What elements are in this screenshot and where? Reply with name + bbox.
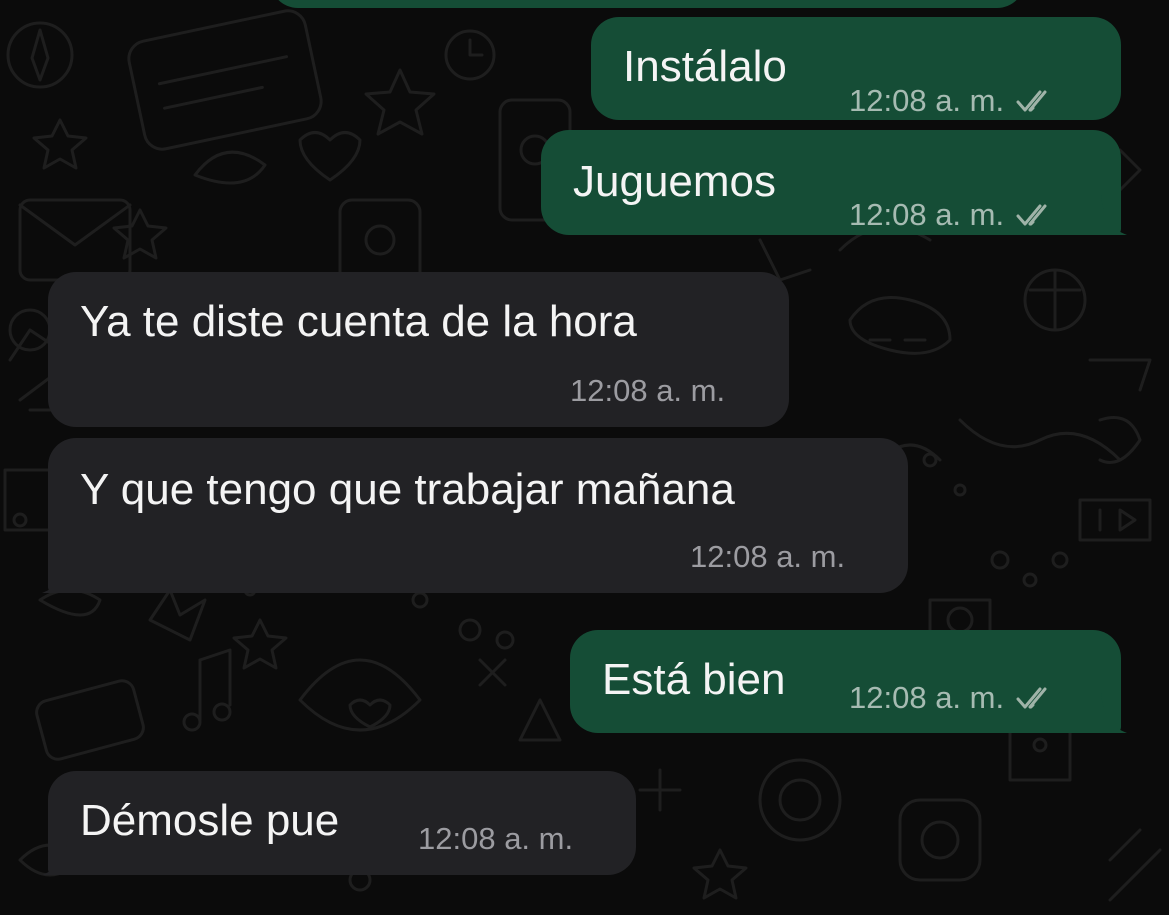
bubble-tail: [42, 553, 68, 593]
message-bubble-incoming[interactable]: Y que tengo que trabajar mañana 12:08 a.…: [42, 438, 908, 593]
message-time: 12:08 a. m.: [418, 821, 574, 856]
message-time: 12:08 a. m.: [849, 197, 1005, 232]
message-text: Está bien: [602, 655, 786, 704]
bubble-tail: [1101, 195, 1127, 235]
message-bubble-outgoing[interactable]: Está bien 12:08 a. m.: [570, 630, 1127, 733]
double-check-icon: [1016, 204, 1047, 226]
message-bubble-outgoing[interactable]: Instálalo 12:08 a. m.: [591, 17, 1121, 120]
message-meta: 12:08 a. m.: [849, 197, 1056, 233]
double-check-icon: [1016, 687, 1047, 709]
chat-thread[interactable]: Instálalo 12:08 a. m. Juguemos 12:08 a. …: [0, 0, 1169, 915]
message-time: 12:08 a. m.: [690, 539, 846, 574]
message-text: Ya te diste cuenta de la hora: [80, 297, 637, 346]
message-time: 12:08 a. m.: [570, 373, 726, 408]
message-time: 12:08 a. m.: [849, 680, 1005, 715]
message-meta: 12:08 a. m.: [849, 680, 1056, 716]
message-meta: 12:08 a. m.: [690, 539, 845, 575]
message-text: Démosle pue: [80, 796, 340, 845]
message-bubble-previous[interactable]: [270, 0, 1025, 8]
message-bubble-outgoing[interactable]: Juguemos 12:08 a. m.: [541, 130, 1127, 235]
double-check-icon: [1016, 90, 1047, 112]
message-bubble-incoming[interactable]: Démosle pue 12:08 a. m.: [42, 771, 636, 875]
message-meta: 12:08 a. m.: [849, 83, 1056, 119]
message-meta: 12:08 a. m.: [570, 373, 725, 409]
bubble-tail: [42, 835, 68, 875]
bubble-tail: [1101, 693, 1127, 733]
message-text: Juguemos: [573, 157, 777, 206]
message-text: Instálalo: [623, 42, 787, 91]
message-bubble-incoming[interactable]: Ya te diste cuenta de la hora 12:08 a. m…: [48, 272, 789, 427]
message-time: 12:08 a. m.: [849, 83, 1005, 118]
message-meta: 12:08 a. m.: [418, 821, 573, 857]
message-text: Y que tengo que trabajar mañana: [80, 465, 735, 514]
